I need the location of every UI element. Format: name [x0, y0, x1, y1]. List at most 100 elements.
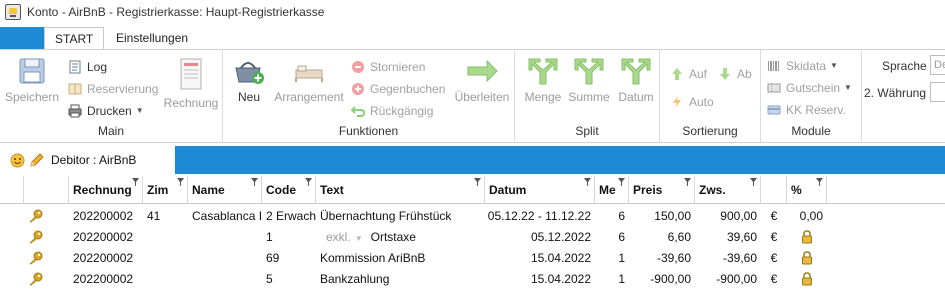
cell-datum[interactable]: 05.12.2022: [485, 227, 595, 247]
header-zws[interactable]: Zws.: [695, 176, 761, 204]
invoice-button[interactable]: Rechnung: [162, 56, 220, 110]
kk-reservation-button[interactable]: KK Reserv.: [767, 100, 846, 120]
language-select[interactable]: De: [930, 55, 945, 75]
cell-code[interactable]: 1: [262, 227, 316, 247]
split-date-label: Datum: [618, 90, 654, 104]
cell-cur[interactable]: €: [761, 248, 787, 268]
reservation-button[interactable]: Reservierung: [68, 79, 158, 99]
header-pct[interactable]: %: [787, 176, 827, 204]
cell-code[interactable]: 2 Erwach: [262, 206, 316, 226]
cell-text[interactable]: Bankzahlung: [316, 269, 485, 289]
cell-rechnung[interactable]: 202200002: [69, 269, 143, 289]
header-text[interactable]: Text: [316, 176, 485, 204]
cell-text[interactable]: exkl. ▼ Ortstaxe: [316, 227, 485, 247]
cell-cur[interactable]: €: [761, 269, 787, 289]
tab-start[interactable]: START: [44, 27, 105, 50]
header-zim[interactable]: Zim: [143, 176, 188, 204]
key-icon[interactable]: [24, 248, 48, 268]
split-sum-button[interactable]: Summe: [567, 56, 611, 104]
cell-zim[interactable]: [143, 248, 188, 268]
tax-mode-select[interactable]: exkl.: [326, 230, 351, 244]
cell-name[interactable]: Casablanca I: [188, 206, 262, 226]
cell-name[interactable]: [188, 248, 262, 268]
filter-icon[interactable]: [132, 178, 139, 186]
cell-preis[interactable]: -39,60: [629, 248, 695, 268]
filter-icon[interactable]: [584, 178, 591, 186]
cell-rechnung[interactable]: 202200002: [69, 227, 143, 247]
printer-icon: [68, 104, 82, 118]
arrangement-button[interactable]: Arrangement: [273, 56, 345, 104]
filter-icon[interactable]: [684, 178, 691, 186]
header-name[interactable]: Name: [188, 176, 262, 204]
cell-code[interactable]: 69: [262, 248, 316, 268]
smiley-icon[interactable]: [10, 153, 25, 168]
cell-zws[interactable]: 39,60: [695, 227, 761, 247]
header-me[interactable]: Me: [595, 176, 629, 204]
cell-datum[interactable]: 15.04.2022: [485, 269, 595, 289]
cell-me[interactable]: 6: [595, 206, 629, 226]
sort-auto-button[interactable]: Auto: [670, 92, 714, 112]
cell-zim[interactable]: [143, 269, 188, 289]
cell-datum[interactable]: 05.12.22 - 11.12.22: [485, 206, 595, 226]
cell-zim[interactable]: 41: [143, 206, 188, 226]
skidata-button[interactable]: Skidata ▼: [767, 56, 838, 76]
cell-preis[interactable]: -900,00: [629, 269, 695, 289]
key-icon[interactable]: [24, 269, 48, 289]
filter-icon[interactable]: [474, 178, 481, 186]
header-datum[interactable]: Datum: [485, 176, 595, 204]
cell-zws[interactable]: 900,00: [695, 206, 761, 226]
lock-icon[interactable]: [787, 269, 827, 289]
cell-me[interactable]: 1: [595, 248, 629, 268]
cell-preis[interactable]: 150,00: [629, 206, 695, 226]
filter-icon[interactable]: [618, 178, 625, 186]
cell-text[interactable]: Übernachtung Frühstück: [316, 206, 485, 226]
cell-me[interactable]: 1: [595, 269, 629, 289]
sort-up-button[interactable]: Auf: [670, 64, 707, 84]
tab-einstellungen[interactable]: Einstellungen: [106, 27, 198, 49]
cell-name[interactable]: [188, 269, 262, 289]
filter-icon[interactable]: [750, 178, 757, 186]
print-button[interactable]: Drucken ▼: [68, 101, 144, 121]
cell-code[interactable]: 5: [262, 269, 316, 289]
cell-rechnung[interactable]: 202200002: [69, 248, 143, 268]
filter-icon[interactable]: [251, 178, 258, 186]
cell-cur[interactable]: €: [761, 227, 787, 247]
key-icon[interactable]: [24, 227, 48, 247]
header-code[interactable]: Code: [262, 176, 316, 204]
second-currency-field[interactable]: [930, 82, 945, 102]
cell-cur[interactable]: €: [761, 206, 787, 226]
filter-icon[interactable]: [816, 178, 823, 186]
cell-me[interactable]: 6: [595, 227, 629, 247]
cell-preis[interactable]: 6,60: [629, 227, 695, 247]
save-label: Speichern: [4, 90, 60, 104]
cell-datum[interactable]: 15.04.2022: [485, 248, 595, 268]
save-button[interactable]: Speichern: [4, 56, 60, 104]
cell-pct[interactable]: 0,00: [787, 206, 827, 226]
log-button[interactable]: Log: [68, 57, 107, 77]
transfer-button[interactable]: Überleiten: [451, 56, 513, 104]
filter-icon[interactable]: [177, 178, 184, 186]
filter-icon[interactable]: [305, 178, 312, 186]
lock-icon[interactable]: [787, 248, 827, 268]
key-icon[interactable]: [24, 206, 48, 226]
cell-zws[interactable]: -39,60: [695, 248, 761, 268]
undo-button[interactable]: Rückgängig: [351, 101, 433, 121]
counter-booking-button[interactable]: Gegenbuchen: [351, 79, 445, 99]
transfer-label: Überleiten: [454, 90, 510, 104]
split-quantity-button[interactable]: Menge: [521, 56, 565, 104]
pencil-icon[interactable]: [29, 152, 45, 168]
cell-zim[interactable]: [143, 227, 188, 247]
voucher-button[interactable]: Gutschein ▼: [767, 78, 852, 98]
cell-text[interactable]: Kommission AriBnB: [316, 248, 485, 268]
new-button[interactable]: Neu: [229, 56, 269, 104]
lock-icon[interactable]: [787, 227, 827, 247]
cell-name[interactable]: [188, 227, 262, 247]
cell-zws[interactable]: -900,00: [695, 269, 761, 289]
header-preis[interactable]: Preis: [629, 176, 695, 204]
sort-down-button[interactable]: Ab: [718, 64, 752, 84]
cell-rechnung[interactable]: 202200002: [69, 206, 143, 226]
header-rechnung[interactable]: Rechnung: [69, 176, 143, 204]
cancel-button[interactable]: Stornieren: [351, 57, 425, 77]
file-tab-strip[interactable]: [0, 27, 44, 49]
split-date-button[interactable]: Datum: [614, 56, 658, 104]
